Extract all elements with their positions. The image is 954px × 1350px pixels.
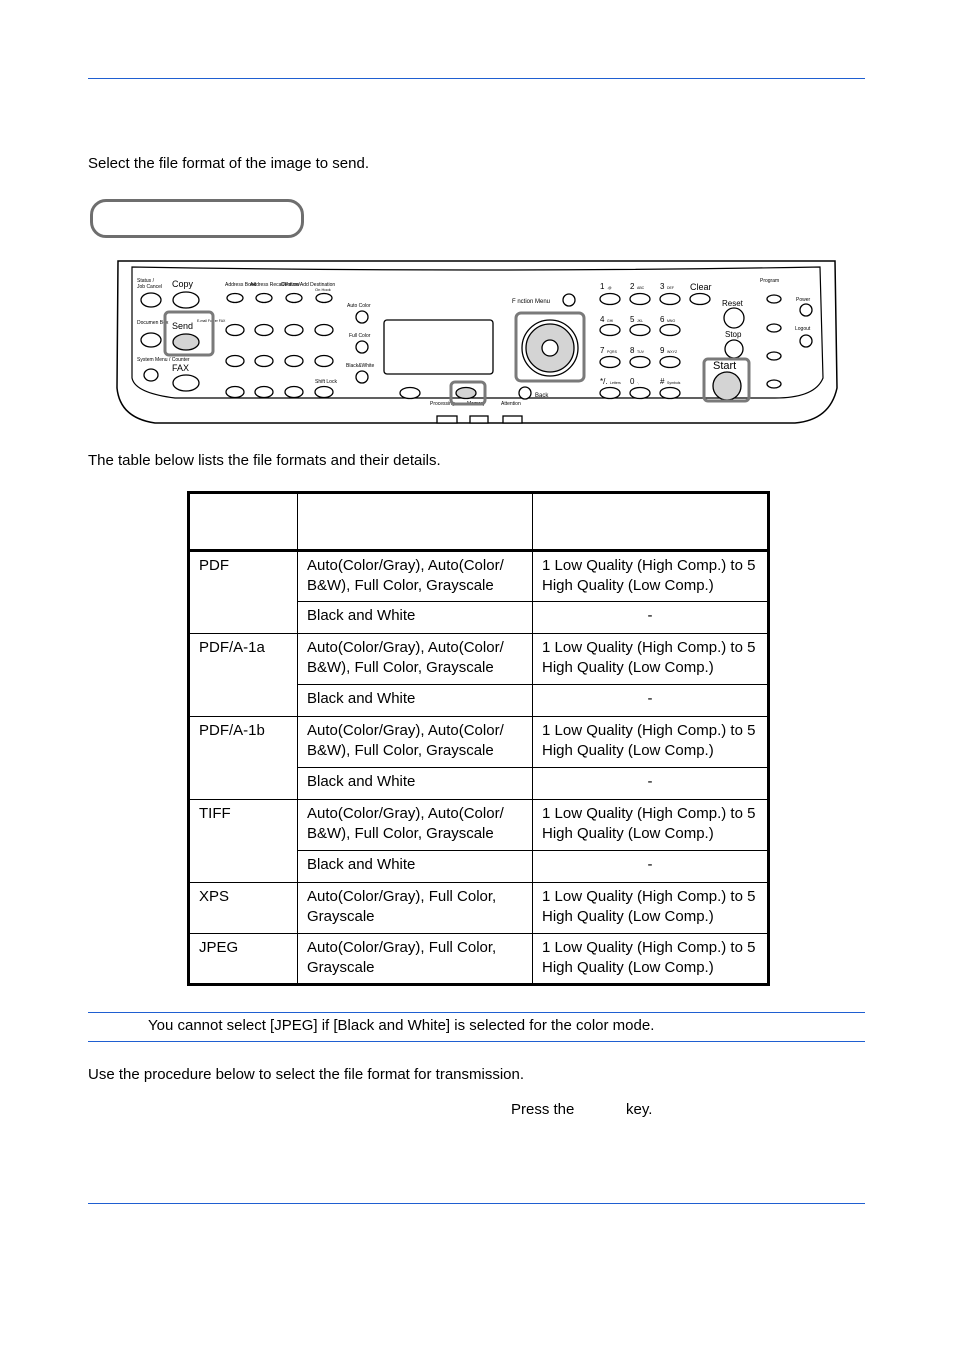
- quality-cell: -: [532, 601, 769, 634]
- numeric-key-sublabel: DEF: [667, 286, 674, 290]
- label-program: Program: [760, 278, 779, 284]
- color-mode-cell: Black and White: [297, 601, 533, 634]
- numeric-key-sublabel: Letters: [610, 381, 621, 385]
- table-row: PDF/A-1a Auto(Color/Gray), Auto(Color/ B&…: [188, 633, 769, 717]
- quality-cell: -: [532, 767, 769, 800]
- label-start: Start: [713, 360, 736, 372]
- label-send: Send: [172, 321, 193, 331]
- label-function-menu: F nction Menu: [512, 299, 550, 305]
- label-auto-color: Auto Color: [347, 303, 371, 309]
- numeric-key-label: 3: [660, 282, 665, 291]
- numeric-key-label: 0: [630, 377, 635, 386]
- header-rule: [88, 78, 865, 79]
- numeric-key-sublabel: WXYZ: [667, 350, 678, 354]
- section-label-box: [90, 199, 304, 238]
- label-clear: Clear: [690, 282, 712, 292]
- label-shift-lock: Shift Lock: [315, 379, 337, 385]
- header-format: [188, 492, 298, 552]
- table-row: JPEG Auto(Color/Gray), Full Color, Graysc…: [188, 933, 769, 985]
- note-top-rule: [88, 1012, 865, 1013]
- label-full-color: Full Color: [349, 333, 371, 339]
- label-on-hook: On Hook: [315, 287, 331, 292]
- label-job-cancel: Job Cancel: [137, 284, 162, 290]
- quality-cell: -: [532, 850, 769, 883]
- quality-cell: 1 Low Quality (High Comp.) to 5 High Qua…: [532, 933, 769, 985]
- table-row: PDF Auto(Color/Gray), Auto(Color/ B&W), F…: [188, 550, 769, 634]
- color-mode-cell: Auto(Color/Gray), Auto(Color/ B&W), Full…: [297, 633, 533, 685]
- format-cell: PDF/A-1b: [188, 716, 298, 800]
- table-intro: The table below lists the file formats a…: [88, 452, 441, 469]
- numeric-key-sublabel: ABC: [637, 286, 645, 290]
- numeric-key-sublabel: ·,: [637, 381, 639, 385]
- quality-cell: 1 Low Quality (High Comp.) to 5 High Qua…: [532, 550, 769, 602]
- numeric-key-label: 5: [630, 315, 635, 324]
- numeric-key-label: 1: [600, 282, 605, 291]
- quality-cell: -: [532, 684, 769, 717]
- numeric-key-label: 2: [630, 282, 635, 291]
- numeric-key-label: 9: [660, 346, 665, 355]
- color-mode-cell: Auto(Color/Gray), Auto(Color/ B&W), Full…: [297, 799, 533, 851]
- quality-cell: 1 Low Quality (High Comp.) to 5 High Qua…: [532, 882, 769, 934]
- label-black-white: Black&White: [346, 363, 375, 369]
- quality-cell: 1 Low Quality (High Comp.) to 5 High Qua…: [532, 633, 769, 685]
- numeric-key-sublabel: PQRS: [607, 350, 618, 354]
- color-mode-cell: Black and White: [297, 767, 533, 800]
- numeric-key-label: #: [660, 377, 665, 386]
- color-mode-cell: Auto(Color/Gray), Auto(Color/ B&W), Full…: [297, 550, 533, 602]
- label-back: Back: [535, 393, 549, 399]
- numeric-key-sublabel: GHI: [607, 319, 613, 323]
- footer-rule: [88, 1203, 865, 1204]
- file-format-table: PDF Auto(Color/Gray), Auto(Color/ B&W), F…: [187, 491, 770, 986]
- format-cell: TIFF: [188, 799, 298, 883]
- step-1-suffix: key.: [626, 1101, 653, 1118]
- numeric-key-label: 7: [600, 346, 605, 355]
- numeric-key-sublabel: .@: [607, 286, 612, 290]
- label-attention: Attention: [501, 401, 521, 407]
- label-copy: Copy: [172, 279, 194, 289]
- label-fax: FAX: [172, 363, 189, 373]
- numeric-key-sublabel: Symbols: [667, 381, 681, 385]
- operation-panel-illustration: Status / Job Cancel Documen Box System M…: [116, 260, 838, 424]
- format-cell: PDF: [188, 550, 298, 634]
- color-mode-cell: Black and White: [297, 684, 533, 717]
- table-row: PDF/A-1b Auto(Color/Gray), Auto(Color/ B&…: [188, 716, 769, 800]
- color-mode-cell: Auto(Color/Gray), Full Color, Grayscale: [297, 882, 533, 934]
- numeric-key-label: 8: [630, 346, 635, 355]
- format-cell: PDF/A-1a: [188, 633, 298, 717]
- label-logout: Logout: [795, 326, 811, 332]
- step-1-prefix: Press the: [511, 1101, 575, 1118]
- format-cell: JPEG: [188, 933, 298, 985]
- numeric-key-sublabel: TUV: [637, 350, 645, 354]
- quality-cell: 1 Low Quality (High Comp.) to 5 High Qua…: [532, 799, 769, 851]
- note-bottom-rule: [88, 1041, 865, 1042]
- numeric-key-label: */.: [600, 377, 608, 386]
- numeric-key-sublabel: JKL: [637, 319, 643, 323]
- color-mode-cell: Auto(Color/Gray), Auto(Color/ B&W), Full…: [297, 716, 533, 768]
- color-mode-cell: Black and White: [297, 850, 533, 883]
- numeric-key-label: 6: [660, 315, 665, 324]
- label-reset: Reset: [722, 299, 744, 308]
- table-row: XPS Auto(Color/Gray), Full Color, Graysca…: [188, 882, 769, 934]
- table-row: TIFF Auto(Color/Gray), Auto(Color/ B&W), …: [188, 799, 769, 883]
- header-color-mode: [297, 492, 533, 552]
- procedure-intro: Use the procedure below to select the fi…: [88, 1066, 525, 1083]
- intro-text: Select the file format of the image to s…: [88, 155, 369, 172]
- numeric-key-sublabel: MNO: [667, 319, 675, 323]
- format-cell: XPS: [188, 882, 298, 934]
- numeric-key-label: 4: [600, 315, 605, 324]
- quality-cell: 1 Low Quality (High Comp.) to 5 High Qua…: [532, 716, 769, 768]
- note-text: You cannot select [JPEG] if [Black and W…: [148, 1017, 655, 1034]
- label-stop: Stop: [725, 330, 742, 339]
- label-power: Power: [796, 297, 811, 303]
- header-quality: [532, 492, 769, 552]
- color-mode-cell: Auto(Color/Gray), Full Color, Grayscale: [297, 933, 533, 985]
- table-header-row: [188, 492, 769, 552]
